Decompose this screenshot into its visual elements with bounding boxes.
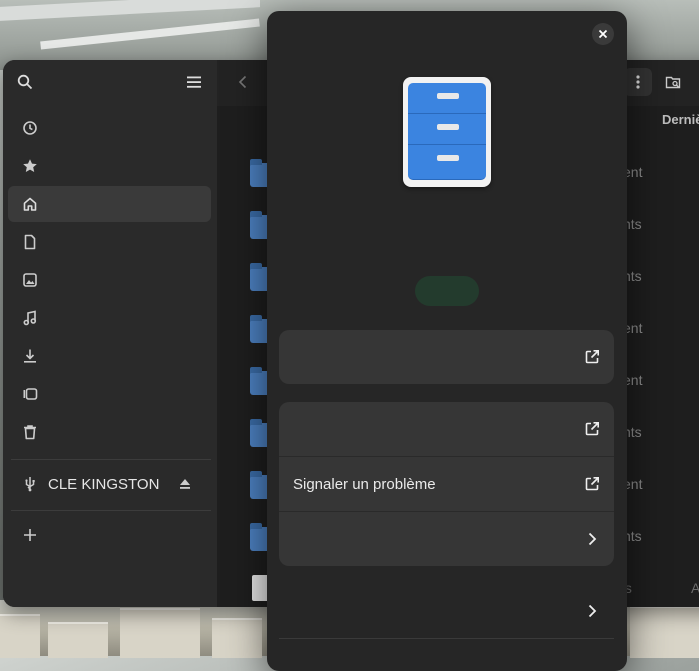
column-header-modified[interactable]: Derniè xyxy=(662,112,699,127)
videos-icon xyxy=(22,386,38,402)
wallpaper-building xyxy=(48,622,108,658)
close-icon xyxy=(598,29,608,39)
external-link-icon xyxy=(585,350,599,364)
add-location-button[interactable] xyxy=(8,517,211,553)
sidebar-item-pictures[interactable] xyxy=(8,262,211,298)
recent-icon xyxy=(22,120,38,136)
sidebar-item-drive[interactable]: CLE KINGSTON xyxy=(8,466,211,502)
row-separator xyxy=(279,638,614,639)
chevron-right-icon xyxy=(588,604,597,618)
sidebar-item-videos[interactable] xyxy=(8,376,211,412)
cabinet-drawer xyxy=(408,145,486,180)
row-extra: A xyxy=(691,580,699,596)
trash-icon xyxy=(22,424,38,440)
wallpaper-building xyxy=(120,608,200,658)
sidebar: CLE KINGSTON xyxy=(3,60,217,607)
downloads-icon xyxy=(22,348,38,364)
starred-icon xyxy=(22,158,38,174)
sidebar-item-music[interactable] xyxy=(8,300,211,336)
music-icon xyxy=(22,310,38,326)
chevron-right-icon xyxy=(588,532,597,546)
usb-icon xyxy=(22,476,38,492)
website-group xyxy=(279,330,614,384)
support-row[interactable] xyxy=(279,402,614,456)
external-link-icon xyxy=(585,422,599,436)
app-icon xyxy=(403,77,491,187)
sidebar-item-home[interactable] xyxy=(8,186,211,222)
report-issue-row[interactable]: Signaler un problème xyxy=(279,456,614,511)
view-options-icon[interactable] xyxy=(624,68,652,96)
back-icon[interactable] xyxy=(235,74,251,90)
wallpaper-building xyxy=(212,618,262,658)
website-row[interactable] xyxy=(279,330,614,384)
cabinet-drawer xyxy=(408,83,486,114)
sidebar-header xyxy=(3,60,217,106)
wallpaper-building xyxy=(0,614,40,658)
credits-row[interactable] xyxy=(279,584,614,638)
external-link-icon xyxy=(585,477,599,491)
sidebar-item-recent[interactable] xyxy=(8,110,211,146)
sidebar-item-documents[interactable] xyxy=(8,224,211,260)
details-row[interactable] xyxy=(279,511,614,566)
wallpaper-building xyxy=(630,606,699,658)
drive-label: CLE KINGSTON xyxy=(48,475,160,493)
cabinet-drawer xyxy=(408,114,486,145)
home-icon xyxy=(22,196,38,212)
report-issue-label: Signaler un problème xyxy=(293,475,436,493)
links-group: Signaler un problème xyxy=(279,402,614,566)
sidebar-separator xyxy=(11,510,211,511)
close-button[interactable] xyxy=(592,23,614,45)
search-folder-icon[interactable] xyxy=(665,74,681,90)
sidebar-item-starred[interactable] xyxy=(8,148,211,184)
version-badge[interactable] xyxy=(415,276,479,306)
plus-icon xyxy=(22,527,38,543)
pictures-icon xyxy=(22,272,38,288)
wallpaper-beam xyxy=(0,0,260,21)
sidebar-item-trash[interactable] xyxy=(8,414,211,450)
wallpaper-beam xyxy=(40,18,260,50)
eject-icon[interactable] xyxy=(177,476,193,492)
about-dialog: Signaler un problème xyxy=(267,11,627,671)
sidebar-separator xyxy=(11,459,211,460)
sidebar-item-downloads[interactable] xyxy=(8,338,211,374)
documents-icon xyxy=(22,234,38,250)
file-cabinet-icon xyxy=(403,77,491,187)
search-icon[interactable] xyxy=(11,68,39,96)
menu-icon[interactable] xyxy=(180,68,208,96)
